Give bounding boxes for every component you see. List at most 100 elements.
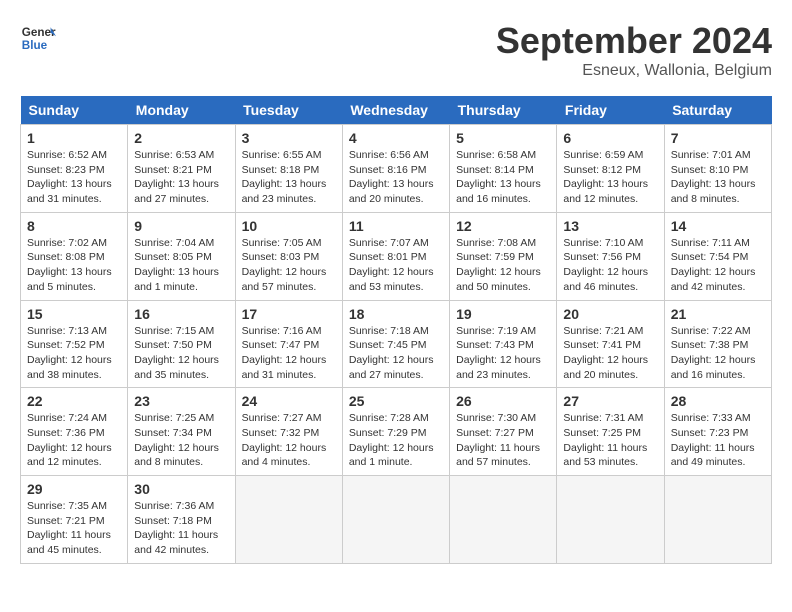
logo-icon: General Blue xyxy=(20,20,56,56)
calendar-week-row: 8 Sunrise: 7:02 AM Sunset: 8:08 PM Daylig… xyxy=(21,212,772,300)
day-number: 27 xyxy=(563,393,657,409)
svg-text:Blue: Blue xyxy=(22,39,48,52)
day-info: Sunrise: 7:24 AM Sunset: 7:36 PM Dayligh… xyxy=(27,411,121,470)
day-info: Sunrise: 7:30 AM Sunset: 7:27 PM Dayligh… xyxy=(456,411,550,470)
day-number: 4 xyxy=(349,130,443,146)
day-number: 10 xyxy=(242,218,336,234)
header-row: SundayMondayTuesdayWednesdayThursdayFrid… xyxy=(21,96,772,125)
location-subtitle: Esneux, Wallonia, Belgium xyxy=(496,62,772,80)
calendar-cell xyxy=(450,476,557,564)
day-info: Sunrise: 7:21 AM Sunset: 7:41 PM Dayligh… xyxy=(563,324,657,383)
calendar-cell: 10 Sunrise: 7:05 AM Sunset: 8:03 PM Dayli… xyxy=(235,212,342,300)
day-number: 8 xyxy=(27,218,121,234)
day-number: 22 xyxy=(27,393,121,409)
col-header-monday: Monday xyxy=(128,96,235,125)
calendar-cell: 7Sunrise: 7:01 AM Sunset: 8:10 PM Daylig… xyxy=(664,125,771,213)
day-info: Sunrise: 7:25 AM Sunset: 7:34 PM Dayligh… xyxy=(134,411,228,470)
day-info: Sunrise: 7:05 AM Sunset: 8:03 PM Dayligh… xyxy=(242,236,336,295)
calendar-cell: 28 Sunrise: 7:33 AM Sunset: 7:23 PM Dayli… xyxy=(664,388,771,476)
calendar-week-row: 1 Sunrise: 6:52 AM Sunset: 8:23 PM Daylig… xyxy=(21,125,772,213)
day-number: 11 xyxy=(349,218,443,234)
day-number: 2 xyxy=(134,130,228,146)
day-number: 16 xyxy=(134,306,228,322)
day-number: 3 xyxy=(242,130,336,146)
day-number: 20 xyxy=(563,306,657,322)
day-number: 12 xyxy=(456,218,550,234)
day-info: Sunrise: 7:18 AM Sunset: 7:45 PM Dayligh… xyxy=(349,324,443,383)
calendar-cell: 18 Sunrise: 7:18 AM Sunset: 7:45 PM Dayli… xyxy=(342,300,449,388)
calendar-week-row: 29Sunrise: 7:35 AM Sunset: 7:21 PM Dayli… xyxy=(21,476,772,564)
day-info: Sunrise: 7:31 AM Sunset: 7:25 PM Dayligh… xyxy=(563,411,657,470)
calendar-cell: 16 Sunrise: 7:15 AM Sunset: 7:50 PM Dayli… xyxy=(128,300,235,388)
calendar-cell: 14 Sunrise: 7:11 AM Sunset: 7:54 PM Dayli… xyxy=(664,212,771,300)
day-info: Sunrise: 7:28 AM Sunset: 7:29 PM Dayligh… xyxy=(349,411,443,470)
day-number: 6 xyxy=(563,130,657,146)
col-header-tuesday: Tuesday xyxy=(235,96,342,125)
calendar-cell: 22 Sunrise: 7:24 AM Sunset: 7:36 PM Dayli… xyxy=(21,388,128,476)
day-info: Sunrise: 6:55 AM Sunset: 8:18 PM Dayligh… xyxy=(242,148,336,207)
day-info: Sunrise: 6:59 AM Sunset: 8:12 PM Dayligh… xyxy=(563,148,657,207)
day-info: Sunrise: 7:01 AM Sunset: 8:10 PM Dayligh… xyxy=(671,148,765,207)
calendar-cell xyxy=(235,476,342,564)
calendar-cell: 20 Sunrise: 7:21 AM Sunset: 7:41 PM Dayli… xyxy=(557,300,664,388)
day-info: Sunrise: 7:13 AM Sunset: 7:52 PM Dayligh… xyxy=(27,324,121,383)
logo: General Blue xyxy=(20,20,56,56)
calendar-cell: 2 Sunrise: 6:53 AM Sunset: 8:21 PM Daylig… xyxy=(128,125,235,213)
calendar-cell: 12 Sunrise: 7:08 AM Sunset: 7:59 PM Dayli… xyxy=(450,212,557,300)
day-number: 23 xyxy=(134,393,228,409)
calendar-cell: 13Sunrise: 7:10 AM Sunset: 7:56 PM Dayli… xyxy=(557,212,664,300)
day-info: Sunrise: 7:15 AM Sunset: 7:50 PM Dayligh… xyxy=(134,324,228,383)
day-number: 9 xyxy=(134,218,228,234)
calendar-cell xyxy=(664,476,771,564)
calendar-cell: 9 Sunrise: 7:04 AM Sunset: 8:05 PM Daylig… xyxy=(128,212,235,300)
day-number: 18 xyxy=(349,306,443,322)
day-info: Sunrise: 7:33 AM Sunset: 7:23 PM Dayligh… xyxy=(671,411,765,470)
calendar-cell: 8 Sunrise: 7:02 AM Sunset: 8:08 PM Daylig… xyxy=(21,212,128,300)
day-number: 5 xyxy=(456,130,550,146)
calendar-cell: 4 Sunrise: 6:56 AM Sunset: 8:16 PM Daylig… xyxy=(342,125,449,213)
col-header-thursday: Thursday xyxy=(450,96,557,125)
calendar-cell: 25 Sunrise: 7:28 AM Sunset: 7:29 PM Dayli… xyxy=(342,388,449,476)
calendar-cell: 15 Sunrise: 7:13 AM Sunset: 7:52 PM Dayli… xyxy=(21,300,128,388)
day-info: Sunrise: 6:56 AM Sunset: 8:16 PM Dayligh… xyxy=(349,148,443,207)
day-info: Sunrise: 7:10 AM Sunset: 7:56 PM Dayligh… xyxy=(563,236,657,295)
day-info: Sunrise: 7:04 AM Sunset: 8:05 PM Dayligh… xyxy=(134,236,228,295)
day-info: Sunrise: 7:36 AM Sunset: 7:18 PM Dayligh… xyxy=(134,499,228,558)
day-info: Sunrise: 7:11 AM Sunset: 7:54 PM Dayligh… xyxy=(671,236,765,295)
calendar-week-row: 22 Sunrise: 7:24 AM Sunset: 7:36 PM Dayli… xyxy=(21,388,772,476)
col-header-sunday: Sunday xyxy=(21,96,128,125)
day-number: 26 xyxy=(456,393,550,409)
day-number: 15 xyxy=(27,306,121,322)
day-number: 30 xyxy=(134,481,228,497)
day-number: 1 xyxy=(27,130,121,146)
calendar-cell: 24Sunrise: 7:27 AM Sunset: 7:32 PM Dayli… xyxy=(235,388,342,476)
calendar-cell: 30 Sunrise: 7:36 AM Sunset: 7:18 PM Dayli… xyxy=(128,476,235,564)
calendar-cell xyxy=(342,476,449,564)
calendar-cell: 26 Sunrise: 7:30 AM Sunset: 7:27 PM Dayli… xyxy=(450,388,557,476)
title-area: September 2024 Esneux, Wallonia, Belgium xyxy=(496,20,772,80)
day-info: Sunrise: 7:08 AM Sunset: 7:59 PM Dayligh… xyxy=(456,236,550,295)
day-number: 14 xyxy=(671,218,765,234)
calendar-table: SundayMondayTuesdayWednesdayThursdayFrid… xyxy=(20,96,772,564)
calendar-cell: 29Sunrise: 7:35 AM Sunset: 7:21 PM Dayli… xyxy=(21,476,128,564)
day-info: Sunrise: 7:22 AM Sunset: 7:38 PM Dayligh… xyxy=(671,324,765,383)
month-title: September 2024 xyxy=(496,20,772,62)
day-number: 19 xyxy=(456,306,550,322)
calendar-cell: 21 Sunrise: 7:22 AM Sunset: 7:38 PM Dayli… xyxy=(664,300,771,388)
calendar-cell: 3 Sunrise: 6:55 AM Sunset: 8:18 PM Daylig… xyxy=(235,125,342,213)
day-info: Sunrise: 6:53 AM Sunset: 8:21 PM Dayligh… xyxy=(134,148,228,207)
day-info: Sunrise: 7:16 AM Sunset: 7:47 PM Dayligh… xyxy=(242,324,336,383)
day-info: Sunrise: 7:27 AM Sunset: 7:32 PM Dayligh… xyxy=(242,411,336,470)
col-header-friday: Friday xyxy=(557,96,664,125)
day-info: Sunrise: 7:02 AM Sunset: 8:08 PM Dayligh… xyxy=(27,236,121,295)
calendar-cell: 6 Sunrise: 6:59 AM Sunset: 8:12 PM Daylig… xyxy=(557,125,664,213)
calendar-cell: 27 Sunrise: 7:31 AM Sunset: 7:25 PM Dayli… xyxy=(557,388,664,476)
calendar-week-row: 15 Sunrise: 7:13 AM Sunset: 7:52 PM Dayli… xyxy=(21,300,772,388)
calendar-cell: 19Sunrise: 7:19 AM Sunset: 7:43 PM Dayli… xyxy=(450,300,557,388)
day-number: 25 xyxy=(349,393,443,409)
day-number: 28 xyxy=(671,393,765,409)
calendar-cell: 23 Sunrise: 7:25 AM Sunset: 7:34 PM Dayli… xyxy=(128,388,235,476)
day-info: Sunrise: 6:52 AM Sunset: 8:23 PM Dayligh… xyxy=(27,148,121,207)
day-number: 21 xyxy=(671,306,765,322)
calendar-cell: 5Sunrise: 6:58 AM Sunset: 8:14 PM Daylig… xyxy=(450,125,557,213)
